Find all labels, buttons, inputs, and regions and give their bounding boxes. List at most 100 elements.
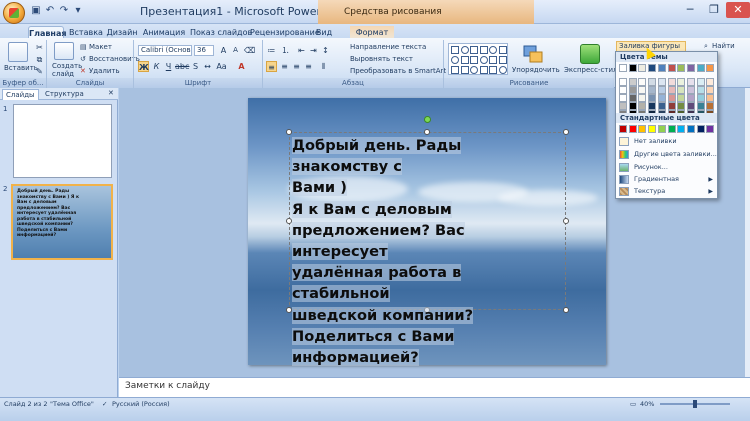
underline-button[interactable]: Ч	[163, 61, 174, 72]
format-painter-icon[interactable]: ✎	[34, 66, 45, 77]
numbering-icon[interactable]: ⒈	[280, 45, 291, 56]
theme-color-swatch[interactable]	[619, 86, 627, 94]
theme-color-swatch[interactable]	[686, 64, 695, 72]
standard-color-swatch[interactable]	[667, 125, 676, 133]
no-fill-item[interactable]: Нет заливки	[616, 136, 716, 147]
font-color-button[interactable]: A	[236, 61, 247, 72]
increase-indent-icon[interactable]: ⇥	[308, 45, 319, 56]
bold-button[interactable]: Ж	[138, 61, 149, 72]
status-language[interactable]: Русский (Россия)	[112, 400, 170, 408]
shape-gallery-item[interactable]	[460, 66, 469, 74]
close-icon[interactable]: ✕	[726, 2, 750, 18]
theme-color-swatch[interactable]	[628, 86, 637, 94]
theme-color-swatch[interactable]	[648, 102, 657, 110]
theme-color-swatch[interactable]	[638, 64, 647, 72]
theme-color-swatch[interactable]	[667, 78, 676, 86]
arrange-icon[interactable]	[520, 44, 546, 66]
shape-gallery-item[interactable]	[479, 46, 488, 54]
theme-color-swatch[interactable]	[648, 78, 657, 86]
qat-customize-icon[interactable]: ▾	[72, 5, 84, 17]
resize-handle[interactable]	[563, 307, 569, 313]
quick-styles-button[interactable]: Экспресс-стили	[564, 66, 622, 74]
slide-text[interactable]: Добрый день. Рады знакомству с Вами ) Я …	[292, 135, 562, 368]
theme-color-swatch[interactable]	[648, 64, 657, 72]
tab-outline[interactable]: Структура	[42, 89, 87, 100]
paste-icon[interactable]	[8, 42, 28, 62]
bullets-icon[interactable]: ≔	[266, 45, 277, 56]
theme-color-swatch[interactable]	[628, 102, 637, 110]
grow-font-icon[interactable]: A	[218, 45, 229, 56]
theme-color-swatch[interactable]	[638, 86, 647, 94]
shape-gallery-item[interactable]	[479, 66, 488, 74]
shape-gallery-item[interactable]	[489, 66, 497, 74]
columns-button[interactable]: ⫴	[318, 61, 329, 72]
theme-color-swatch[interactable]	[696, 86, 705, 94]
shape-gallery-item[interactable]	[498, 56, 507, 64]
picture-item[interactable]: Рисунок...	[616, 162, 716, 173]
theme-color-swatch[interactable]	[686, 78, 695, 86]
decrease-indent-icon[interactable]: ⇤	[296, 45, 307, 56]
theme-color-swatch[interactable]	[638, 102, 647, 110]
notes-pane[interactable]	[119, 377, 750, 397]
theme-color-swatch[interactable]	[696, 64, 705, 72]
standard-color-swatch[interactable]	[638, 125, 647, 133]
texture-item[interactable]: Текстура ▶	[616, 186, 716, 197]
office-button[interactable]	[3, 2, 25, 24]
quick-styles-icon[interactable]	[580, 44, 600, 64]
shape-gallery-item[interactable]	[498, 66, 507, 74]
shape-gallery-item[interactable]	[451, 66, 459, 74]
theme-color-swatch[interactable]	[667, 86, 676, 94]
save-icon[interactable]: ▣	[30, 5, 42, 17]
theme-color-swatch[interactable]	[677, 94, 686, 102]
theme-color-swatch[interactable]	[657, 86, 666, 94]
theme-color-swatch[interactable]	[706, 86, 715, 94]
theme-color-swatch[interactable]	[628, 94, 637, 102]
maximize-icon[interactable]: ❐	[702, 2, 726, 18]
theme-color-swatch[interactable]	[638, 78, 647, 86]
theme-color-swatch[interactable]	[706, 94, 715, 102]
justify-button[interactable]: ≡	[303, 61, 314, 72]
theme-color-swatch[interactable]	[657, 102, 666, 110]
font-name-combo[interactable]: Calibri (Основно	[138, 45, 192, 56]
text-direction-button[interactable]: Направление текста	[350, 43, 426, 51]
font-size-combo[interactable]: 36	[194, 45, 214, 56]
rotation-handle[interactable]	[424, 116, 431, 123]
copy-icon[interactable]: ⧉	[34, 54, 45, 65]
undo-icon[interactable]: ↶	[44, 5, 56, 17]
resize-handle[interactable]	[563, 129, 569, 135]
shape-gallery-item[interactable]	[470, 66, 478, 74]
standard-color-swatch[interactable]	[628, 125, 637, 133]
strikethrough-button[interactable]: abc	[175, 61, 189, 72]
theme-color-swatch[interactable]	[619, 78, 627, 86]
standard-color-swatch[interactable]	[648, 125, 657, 133]
cut-icon[interactable]: ✂	[34, 42, 45, 53]
theme-color-swatch[interactable]	[696, 78, 705, 86]
new-slide-button[interactable]: Создать слайд	[52, 62, 82, 78]
delete-button[interactable]: Удалить	[89, 67, 120, 75]
shadow-button[interactable]: S	[190, 61, 201, 72]
shape-gallery-item[interactable]	[470, 56, 478, 64]
theme-color-swatch[interactable]	[648, 94, 657, 102]
shape-gallery-item[interactable]	[460, 46, 469, 54]
shape-gallery-item[interactable]	[479, 56, 488, 64]
align-text-button[interactable]: Выровнять текст	[350, 55, 413, 63]
theme-color-swatch[interactable]	[677, 86, 686, 94]
align-left-button[interactable]: ≡	[266, 61, 277, 72]
standard-color-swatch[interactable]	[677, 125, 686, 133]
spacing-button[interactable]: ↔	[202, 61, 213, 72]
slide-thumbnail-2[interactable]: Добрый день. Рады знакомству с Вами ) Я …	[11, 184, 113, 260]
line-spacing-icon[interactable]: ↕	[320, 45, 331, 56]
theme-color-swatch[interactable]	[628, 78, 637, 86]
standard-color-swatch[interactable]	[619, 125, 627, 133]
theme-color-swatch[interactable]	[648, 86, 657, 94]
zoom-slider-thumb[interactable]	[693, 400, 697, 408]
standard-color-swatch[interactable]	[657, 125, 666, 133]
paste-button[interactable]: Вставить	[4, 64, 38, 72]
italic-button[interactable]: К	[151, 61, 162, 72]
theme-color-swatch[interactable]	[686, 102, 695, 110]
more-colors-item[interactable]: Другие цвета заливки...	[616, 149, 717, 160]
standard-color-swatch[interactable]	[696, 125, 705, 133]
resize-handle[interactable]	[563, 218, 569, 224]
shrink-font-icon[interactable]: A	[230, 45, 241, 56]
shape-gallery-item[interactable]	[470, 46, 478, 54]
